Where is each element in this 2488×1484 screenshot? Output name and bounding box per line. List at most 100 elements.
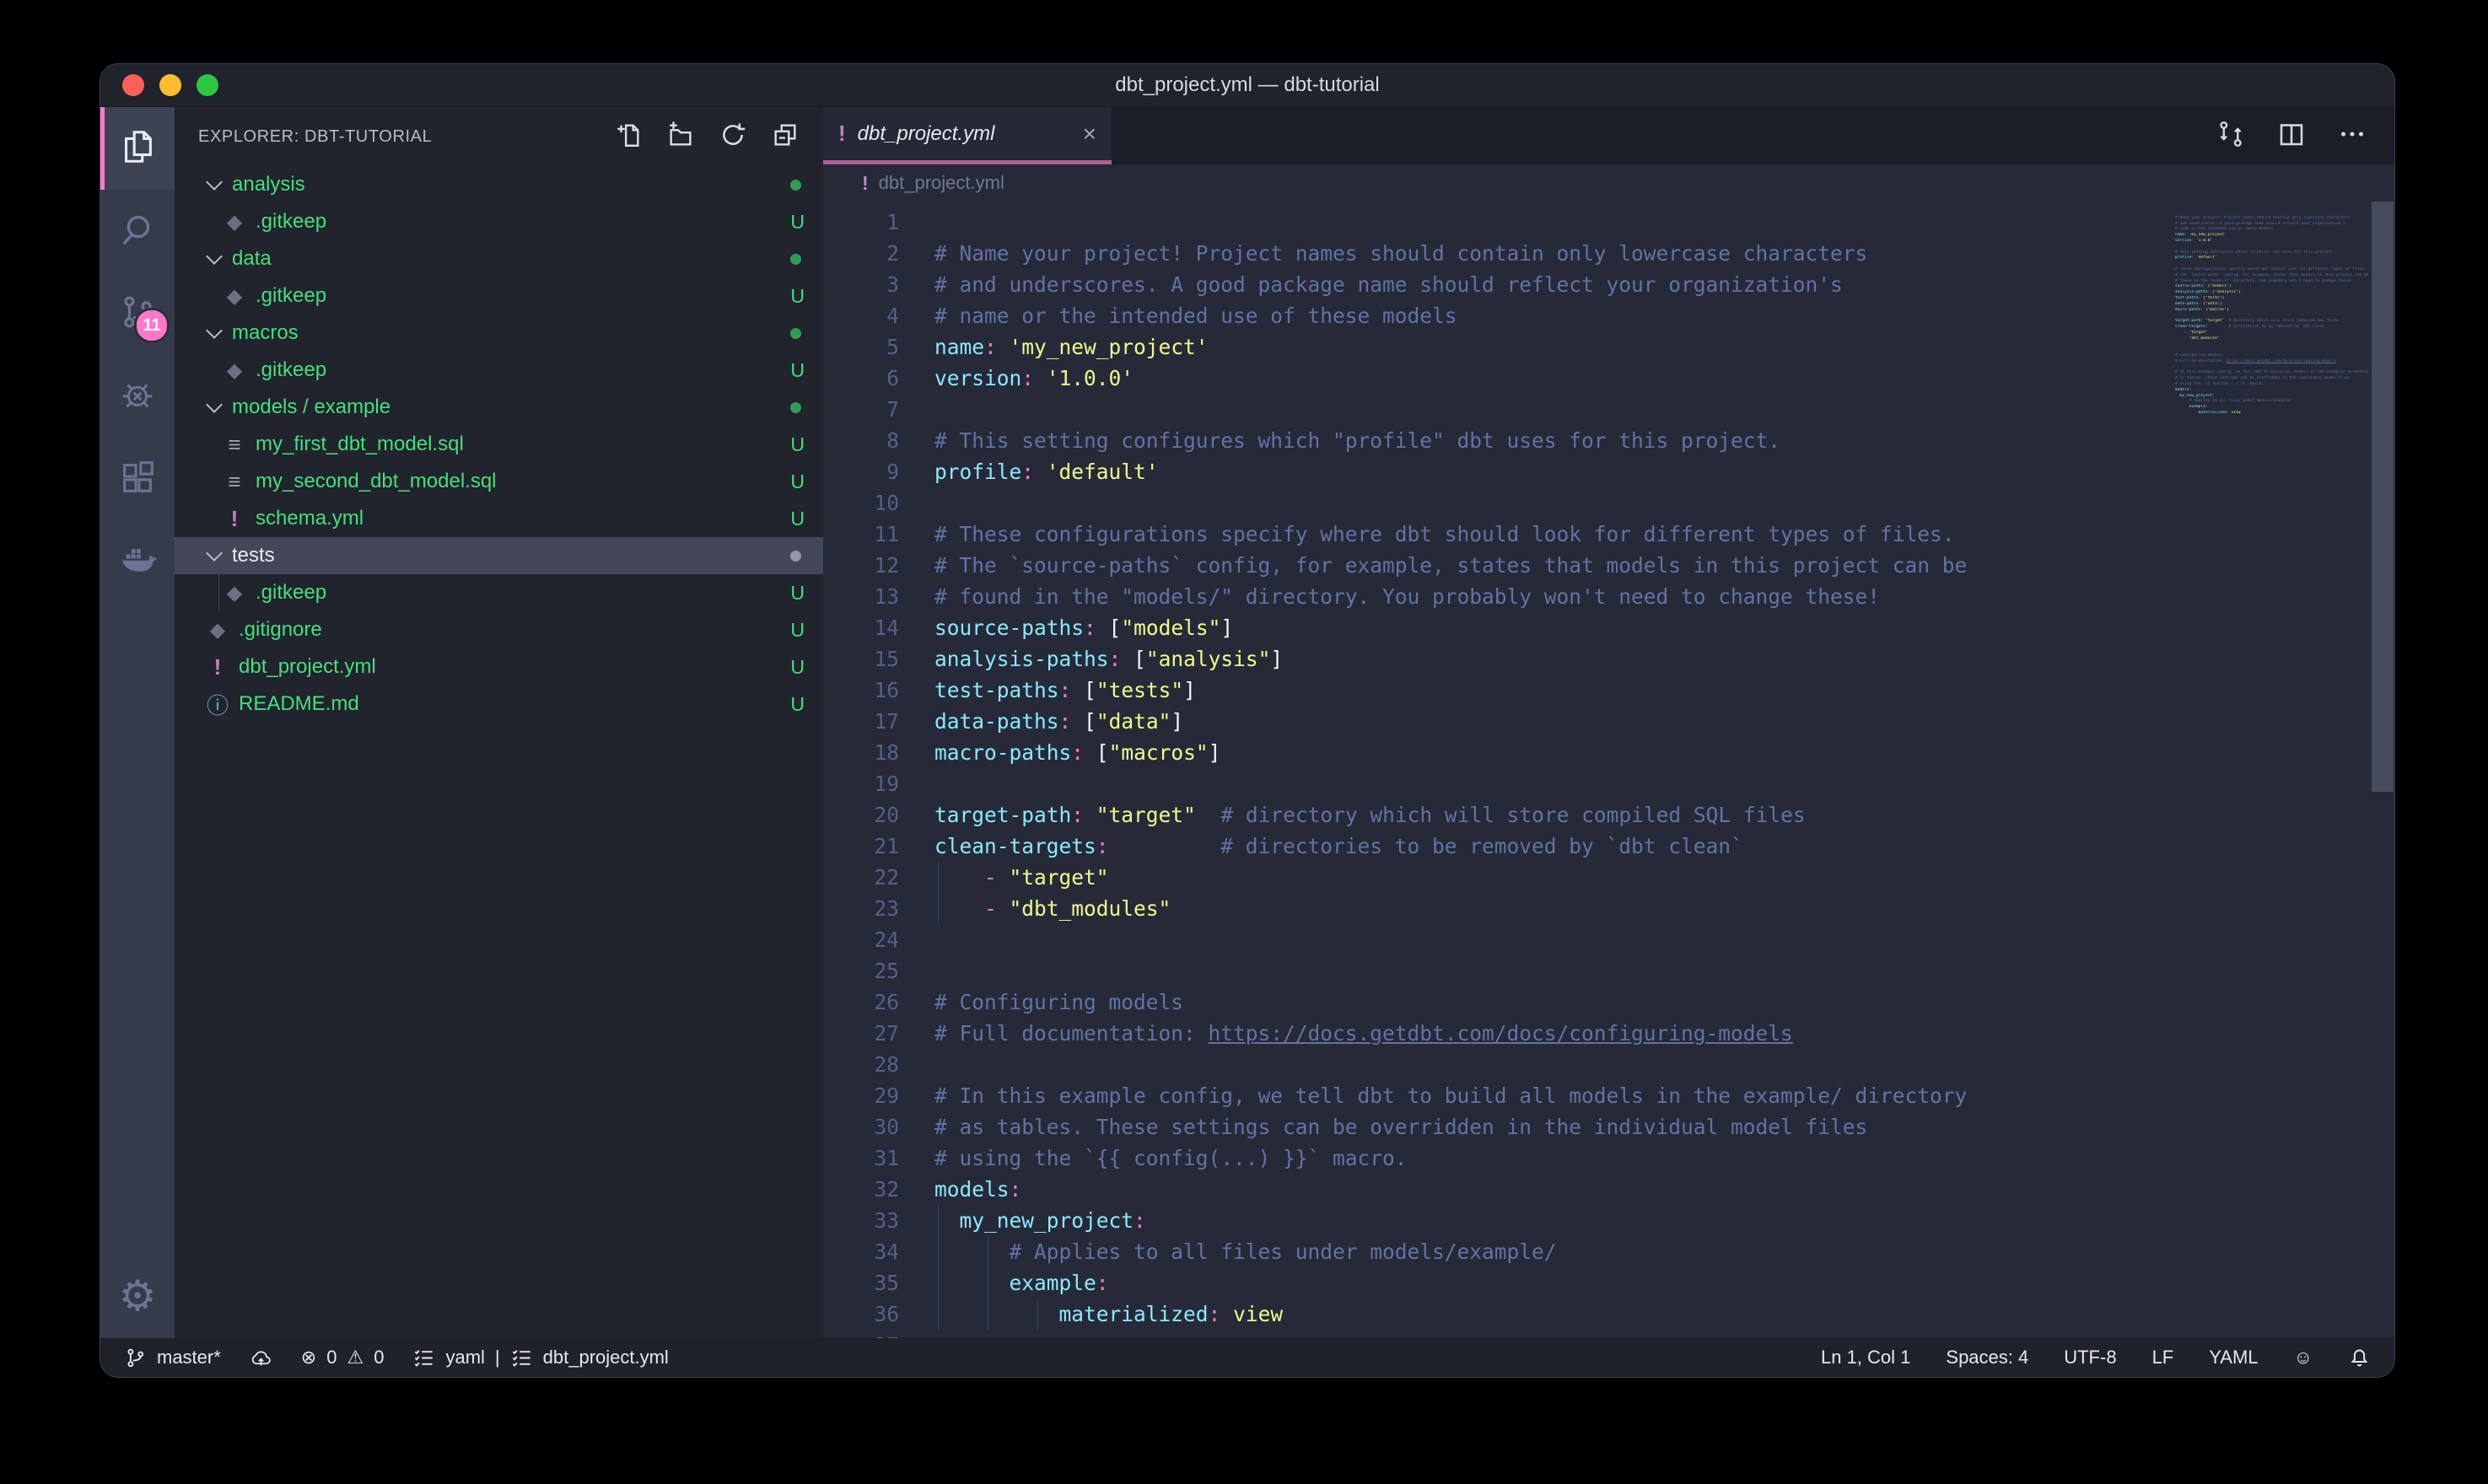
code-line[interactable]: 17data-paths: ["data"] [823, 706, 2175, 737]
code-line[interactable]: 5name: 'my_new_project' [823, 331, 2175, 363]
code-line[interactable]: 32models: [823, 1174, 2175, 1205]
more-actions-icon[interactable] [2337, 119, 2367, 153]
problems-status[interactable]: ⊗ 0 ⚠ 0 [301, 1347, 385, 1368]
tree-item-macros[interactable]: macros [175, 315, 823, 352]
language-status[interactable]: YAML [2209, 1347, 2258, 1368]
tree-item--gitkeep[interactable]: ◆.gitkeepU [175, 203, 823, 240]
code-line[interactable]: 21clean-targets: # directories to be rem… [823, 831, 2175, 862]
run-debug-activity-button[interactable] [100, 355, 175, 438]
code-line[interactable]: 3# and underscores. A good package name … [823, 269, 2175, 300]
code-line[interactable]: 22 - "target" [823, 862, 2175, 893]
code-line[interactable]: 30# as tables. These settings can be ove… [823, 1111, 2175, 1143]
tree-item--gitkeep[interactable]: ◆.gitkeepU [175, 277, 823, 315]
search-activity-button[interactable] [100, 190, 175, 272]
tree-item-label: .gitignore [239, 618, 322, 642]
line-number: 29 [823, 1080, 899, 1111]
code-line[interactable]: 6version: '1.0.0' [823, 363, 2175, 394]
code-line[interactable]: 10 [823, 487, 2175, 519]
code-line[interactable]: 24 [823, 924, 2175, 955]
cursor-position-status[interactable]: Ln 1, Col 1 [1821, 1347, 1910, 1368]
code-line[interactable]: 33 my_new_project: [823, 1205, 2175, 1236]
code-line[interactable]: 23 - "dbt_modules" [823, 893, 2175, 924]
notifications-status[interactable] [2348, 1347, 2371, 1369]
tree-item-tests[interactable]: tests [175, 537, 823, 574]
tree-item--gitkeep[interactable]: ◆.gitkeepU [175, 574, 823, 611]
close-tab-icon[interactable]: × [1083, 121, 1096, 148]
breadcrumb[interactable]: ! dbt_project.yml [823, 164, 2394, 202]
tree-item--gitignore[interactable]: ◆.gitignoreU [175, 611, 823, 648]
git-branch-status[interactable]: master* [124, 1347, 221, 1369]
code-editor[interactable]: 12# Name your project! Project names sho… [823, 202, 2175, 1338]
sync-status[interactable] [250, 1347, 272, 1369]
code-line[interactable]: 29# In this example config, we tell dbt … [823, 1080, 2175, 1111]
tree-item-dbt-project-yml[interactable]: !dbt_project.ymlU [175, 648, 823, 686]
code-line[interactable]: 1 [823, 207, 2175, 238]
editor-mode-status[interactable]: yaml | dbt_project.yml [412, 1347, 668, 1369]
collapse-folders-button[interactable] [771, 121, 800, 153]
tab-dbt-project-yml[interactable]: ! dbt_project.yml × [823, 107, 1112, 164]
minimap[interactable]: # Name your project! Project names shoul… [2175, 202, 2371, 1338]
code-line[interactable]: 13# found in the "models/" directory. Yo… [823, 581, 2175, 612]
code-line[interactable]: 27# Full documentation: https://docs.get… [823, 1018, 2175, 1049]
code-line[interactable]: 25 [823, 955, 2175, 987]
tree-item-label: .gitkeep [256, 284, 326, 308]
feedback-status[interactable]: ☺ [2294, 1347, 2313, 1368]
tree-item-data[interactable]: data [175, 240, 823, 277]
code-line[interactable]: 35 example: [823, 1267, 2175, 1298]
code-line[interactable]: 20target-path: "target" # directory whic… [823, 799, 2175, 831]
tree-item-readme-md[interactable]: ⓘREADME.mdU [175, 686, 823, 723]
code-line[interactable]: 12# The `source-paths` config, for examp… [823, 550, 2175, 581]
line-number: 10 [823, 487, 899, 519]
code-line[interactable]: 4# name or the intended use of these mod… [823, 300, 2175, 331]
code-line[interactable]: 15analysis-paths: ["analysis"] [823, 643, 2175, 675]
docker-activity-button[interactable] [100, 520, 175, 603]
code-line[interactable]: 28 [823, 1049, 2175, 1080]
new-file-button[interactable] [614, 121, 643, 153]
tree-item--gitkeep[interactable]: ◆.gitkeepU [175, 352, 823, 389]
code-line[interactable]: 8# This setting configures which "profil… [823, 425, 2175, 456]
code-line[interactable]: 18macro-paths: ["macros"] [823, 737, 2175, 768]
close-window-button[interactable] [122, 74, 144, 96]
indent-guide [938, 1236, 939, 1267]
split-editor-icon[interactable] [2276, 119, 2307, 153]
code-line[interactable]: 26# Configuring models [823, 987, 2175, 1018]
tab-label: dbt_project.yml [858, 122, 995, 146]
indentation-status[interactable]: Spaces: 4 [1946, 1347, 2028, 1368]
breadcrumb-file[interactable]: dbt_project.yml [879, 172, 1004, 194]
line-number: 24 [823, 924, 899, 955]
encoding-status[interactable]: UTF-8 [2064, 1347, 2116, 1368]
code-line[interactable]: 16test-paths: ["tests"] [823, 675, 2175, 706]
tree-item-my-first-dbt-model-sql[interactable]: ≡my_first_dbt_model.sqlU [175, 426, 823, 463]
tree-item-models-example[interactable]: models / example [175, 389, 823, 426]
code-line[interactable]: 14source-paths: ["models"] [823, 612, 2175, 643]
line-number: 4 [823, 300, 899, 331]
code-line[interactable]: 2# Name your project! Project names shou… [823, 238, 2175, 269]
eol-status[interactable]: LF [2152, 1347, 2174, 1368]
code-line[interactable]: 37 [823, 1330, 2175, 1338]
tree-item-schema-yml[interactable]: !schema.ymlU [175, 500, 823, 537]
code-line[interactable]: 11# These configurations specify where d… [823, 519, 2175, 550]
explorer-activity-button[interactable] [100, 107, 175, 190]
code-line[interactable]: 36 materialized: view [823, 1298, 2175, 1330]
line-number: 30 [823, 1111, 899, 1143]
open-changes-icon[interactable] [2216, 119, 2246, 153]
sql-file-icon: ≡ [222, 432, 247, 458]
code-line[interactable]: 19 [823, 768, 2175, 799]
code-line[interactable]: 9profile: 'default' [823, 456, 2175, 487]
tree-item-my-second-dbt-model-sql[interactable]: ≡my_second_dbt_model.sqlU [175, 463, 823, 500]
extensions-activity-button[interactable] [100, 438, 175, 520]
code-line[interactable]: 7 [823, 394, 2175, 425]
yaml-file-icon: ! [222, 506, 247, 532]
refresh-explorer-button[interactable] [719, 121, 747, 153]
git-untracked-badge: U [790, 433, 805, 456]
tree-item-analysis[interactable]: analysis [175, 166, 823, 203]
scrollbar-thumb[interactable] [2372, 202, 2394, 792]
new-folder-button[interactable] [666, 121, 695, 153]
code-line[interactable]: 31# using the `{{ config(...) }}` macro. [823, 1143, 2175, 1174]
source-control-activity-button[interactable]: 11 [100, 272, 175, 355]
minimize-window-button[interactable] [159, 74, 181, 96]
code-line[interactable]: 34 # Applies to all files under models/e… [823, 1236, 2175, 1267]
settings-gear-button[interactable]: ⚙ [100, 1254, 175, 1338]
zoom-window-button[interactable] [197, 74, 218, 96]
line-number: 22 [823, 862, 899, 893]
